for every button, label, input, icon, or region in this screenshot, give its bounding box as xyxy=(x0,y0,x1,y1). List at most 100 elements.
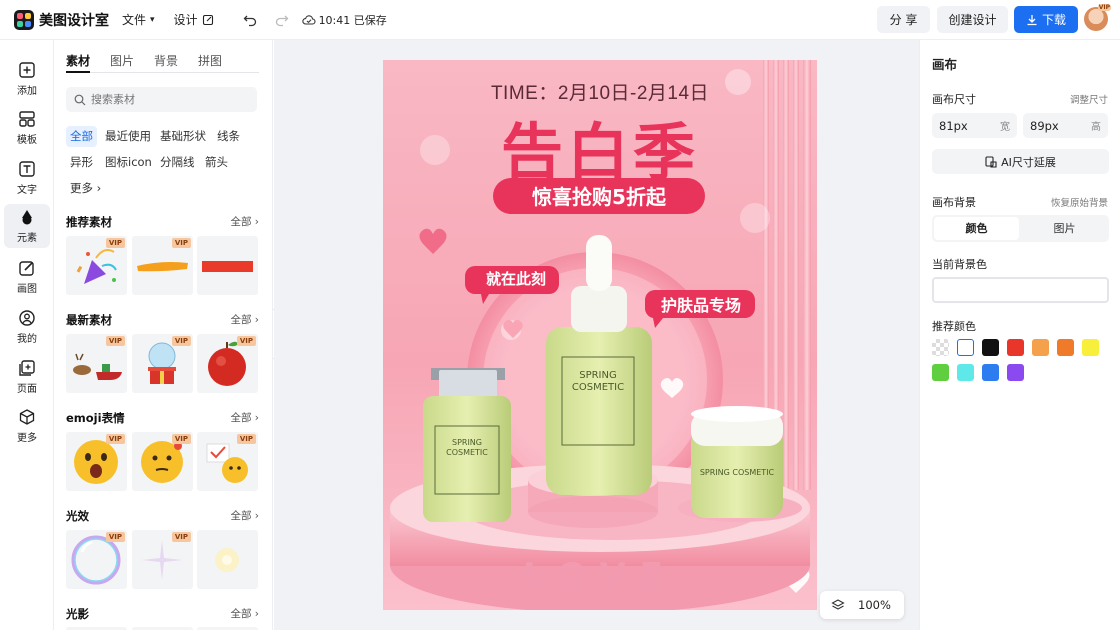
undo-icon[interactable] xyxy=(243,13,257,27)
adjust-size-link[interactable]: 调整尺寸 xyxy=(1070,92,1108,106)
design-canvas[interactable]: TIME：2月10日-2月14日 告白季 惊喜抢购5折起 就在此刻 护肤品专场 … xyxy=(383,60,817,610)
height-unit: 高 xyxy=(1091,122,1101,133)
asset-bubble[interactable]: VIP xyxy=(66,530,127,589)
layers-icon[interactable] xyxy=(831,598,845,612)
nav-mine[interactable]: 我的 xyxy=(4,305,50,349)
color-swatch[interactable] xyxy=(982,364,999,381)
color-swatch[interactable] xyxy=(982,339,999,356)
chevron-down-icon: ▾ xyxy=(150,14,155,25)
color-swatch[interactable] xyxy=(1057,339,1074,356)
asset-red-bar[interactable] xyxy=(197,236,258,295)
nav-text[interactable]: 文字 xyxy=(4,156,50,200)
color-swatch[interactable] xyxy=(957,364,974,381)
design-menu-label: 设计 xyxy=(173,13,198,27)
color-swatch[interactable] xyxy=(1007,339,1024,356)
asset-emoji-scared[interactable]: VIP xyxy=(66,432,127,491)
nav-more[interactable]: 更多 xyxy=(4,404,50,448)
section-emoji: emoji表情 全部 › xyxy=(66,410,259,428)
assets-panel: 素材 图片 背景 拼图 全部 最近使用 基础形状 线条 异形 图标icon 分隔… xyxy=(55,40,273,630)
create-design-button[interactable]: 创建设计 xyxy=(937,6,1008,33)
chip-dividers[interactable]: 分隔线 xyxy=(156,152,199,173)
asset-yellow-stroke[interactable]: VIP xyxy=(132,236,193,295)
avatar-vip-badge: VIP xyxy=(1097,4,1111,11)
search-input[interactable] xyxy=(91,93,241,106)
properties-panel: 画布 画布尺寸 调整尺寸 宽 高 AI尺寸延展 画布背景 恢复原始背景 颜色 图… xyxy=(919,40,1120,630)
asset-reindeer-sleigh[interactable]: VIP xyxy=(66,334,127,393)
nav-templates[interactable]: 模板 xyxy=(4,106,50,150)
section-light-effects: 光效 全部 › xyxy=(66,508,259,526)
nav-add[interactable]: 添加 xyxy=(4,57,50,101)
height-input[interactable] xyxy=(1030,118,1080,133)
current-bg-label: 当前背景色 xyxy=(932,258,987,271)
tab-backgrounds[interactable]: 背景 xyxy=(154,52,178,73)
asset-glow[interactable] xyxy=(197,530,258,589)
ai-extend-button[interactable]: AI尺寸延展 xyxy=(932,149,1109,174)
nav-draw[interactable]: 画图 xyxy=(4,255,50,299)
share-button[interactable]: 分 享 xyxy=(877,6,930,33)
chip-arrows[interactable]: 箭头 xyxy=(201,152,232,173)
design-menu[interactable]: 设计 xyxy=(174,11,214,28)
color-swatch[interactable] xyxy=(1007,364,1024,381)
asset-party-popper[interactable]: VIP xyxy=(66,236,127,295)
bg-tab-image[interactable]: 图片 xyxy=(1022,217,1107,240)
file-menu[interactable]: 文件 ▾ xyxy=(122,11,155,28)
section-title: 光影 xyxy=(66,607,89,621)
download-button[interactable]: 下载 xyxy=(1014,6,1078,33)
tab-images[interactable]: 图片 xyxy=(110,52,134,73)
nav-pages[interactable]: 页面 xyxy=(4,355,50,399)
vip-badge: VIP xyxy=(171,434,191,444)
jar-label: SPRING COSMETIC xyxy=(699,468,775,477)
chip-icons[interactable]: 图标icon xyxy=(101,152,156,173)
bottle-label: SPRING COSMETIC xyxy=(562,370,634,394)
zoom-control[interactable]: 100% xyxy=(820,591,904,619)
see-all-label: 全部 xyxy=(230,314,252,326)
see-all-link[interactable]: 全部 › xyxy=(230,410,259,425)
red-rectangle-icon xyxy=(202,261,253,272)
zoom-value[interactable]: 100% xyxy=(858,598,891,612)
vip-badge: VIP xyxy=(105,532,125,542)
vip-badge: VIP xyxy=(105,434,125,444)
chip-basic-shapes[interactable]: 基础形状 xyxy=(156,126,210,147)
user-icon xyxy=(19,310,35,326)
chip-all[interactable]: 全部 xyxy=(66,126,97,147)
restore-bg-link[interactable]: 恢复原始背景 xyxy=(1051,195,1108,209)
chip-more[interactable]: 更多 › xyxy=(66,178,105,199)
chip-more-label: 更多 xyxy=(70,181,93,195)
nav-elements[interactable]: 元素 xyxy=(4,204,50,248)
see-all-link[interactable]: 全部 › xyxy=(230,312,259,327)
asset-emoji-chick[interactable]: VIP xyxy=(197,432,258,491)
asset-red-apple[interactable]: VIP xyxy=(197,334,258,393)
color-swatch[interactable] xyxy=(1032,339,1049,356)
panel-title: 画布 xyxy=(932,57,958,72)
panel-tabs: 素材 图片 背景 拼图 xyxy=(66,52,259,73)
asset-snow-globe-gift[interactable]: VIP xyxy=(132,334,193,393)
perfume-label: SPRING COSMETIC xyxy=(435,438,499,458)
search-icon xyxy=(74,94,86,105)
see-all-link[interactable]: 全部 › xyxy=(230,214,259,229)
see-all-link[interactable]: 全部 › xyxy=(230,508,259,523)
color-swatch[interactable] xyxy=(932,364,949,381)
search-box xyxy=(66,87,257,112)
color-swatch[interactable] xyxy=(1082,339,1099,356)
cloud-check-icon xyxy=(301,14,316,25)
avatar[interactable]: VIP xyxy=(1084,4,1111,31)
current-bg-swatch[interactable] xyxy=(932,277,1109,303)
bg-tab-color[interactable]: 颜色 xyxy=(934,217,1019,240)
see-all-label: 全部 xyxy=(230,608,252,620)
see-all-link[interactable]: 全部 › xyxy=(230,606,259,621)
tab-collage[interactable]: 拼图 xyxy=(198,52,222,73)
chip-lines[interactable]: 线条 xyxy=(213,126,244,147)
chip-irregular[interactable]: 异形 xyxy=(66,152,97,173)
redo-icon[interactable] xyxy=(275,13,289,27)
section-title: 推荐素材 xyxy=(66,215,112,229)
asset-emoji-thinking[interactable]: VIP xyxy=(132,432,193,491)
asset-sparkle[interactable]: VIP xyxy=(132,530,193,589)
chip-recent[interactable]: 最近使用 xyxy=(101,126,155,147)
tab-materials[interactable]: 素材 xyxy=(66,52,91,73)
width-input[interactable] xyxy=(939,118,989,133)
color-swatch[interactable] xyxy=(932,339,949,356)
glow-icon xyxy=(215,548,239,572)
poster-time-text: TIME：2月10日-2月14日 xyxy=(490,83,710,104)
color-swatch[interactable] xyxy=(957,339,974,356)
app-logo[interactable]: 美图设计室 xyxy=(14,9,109,30)
